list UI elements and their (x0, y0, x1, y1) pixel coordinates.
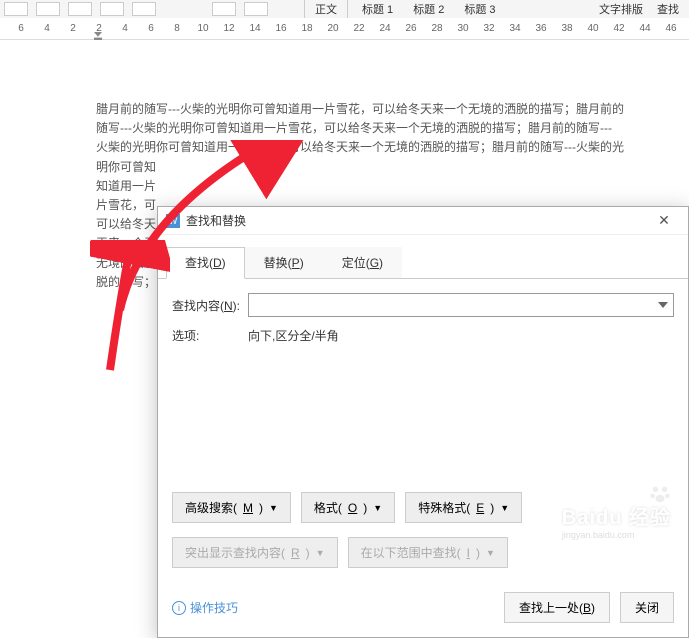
close-button[interactable]: 关闭 (620, 592, 674, 623)
format-button[interactable]: 格式(O)▼ (301, 492, 395, 523)
toolbar-border-icon[interactable] (244, 2, 268, 16)
dialog-title: 查找和替换 (186, 212, 648, 229)
text-layout-menu[interactable]: 文字排版 (593, 1, 649, 17)
ruler-tick: 6 (8, 23, 34, 34)
ruler-tick: 4 (34, 23, 60, 34)
dialog-titlebar[interactable]: W 查找和替换 ✕ (158, 207, 688, 235)
ruler-tick: 18 (294, 23, 320, 34)
dialog-footer-buttons-2: 突出显示查找内容(R)▼ 在以下范围中查找(I)▼ (158, 537, 688, 582)
advanced-search-button[interactable]: 高级搜索(M)▼ (172, 492, 291, 523)
chevron-down-icon: ▼ (373, 503, 382, 513)
doc-line: 知道用一片 (8, 177, 278, 196)
toolbar-list-icon[interactable] (4, 2, 28, 16)
find-menu[interactable]: 查找 (651, 1, 685, 17)
ruler-tick: 38 (554, 23, 580, 34)
ruler-tick: 2 (60, 23, 86, 34)
chevron-down-icon: ▼ (500, 503, 509, 513)
doc-line: 火柴的光明你可曾知道用一片雪花，可以给冬天来一个无境的洒脱的描写；腊月前的随写-… (8, 138, 681, 157)
ruler-tick: 24 (372, 23, 398, 34)
ruler-tick: 14 (242, 23, 268, 34)
watermark-sub: jingyan.baidu.com (562, 530, 671, 540)
chevron-down-icon: ▼ (316, 548, 325, 558)
ruler-tick: 8 (164, 23, 190, 34)
chevron-down-icon: ▼ (269, 503, 278, 513)
find-content-input[interactable] (248, 293, 674, 317)
ruler-tick: 32 (476, 23, 502, 34)
ruler-tick: 10 (190, 23, 216, 34)
special-format-button[interactable]: 特殊格式(E)▼ (405, 492, 522, 523)
ruler-tick: 28 (424, 23, 450, 34)
doc-line: 腊月前的随写---火柴的光明你可曾知道用一片雪花，可以给冬天来一个无境的洒脱的描… (8, 100, 681, 119)
doc-line: 明你可曾知 (8, 158, 278, 177)
input-dropdown-icon[interactable] (654, 295, 672, 315)
ruler-tick: 26 (398, 23, 424, 34)
info-icon: i (172, 601, 186, 615)
ruler-tick: 44 (632, 23, 658, 34)
paw-icon (649, 483, 671, 505)
ruler-tick: 30 (450, 23, 476, 34)
dialog-body: 查找内容(N): 选项: 向下,区分全/半角 (158, 279, 688, 478)
find-content-label: 查找内容(N): (172, 297, 248, 314)
find-replace-dialog: W 查找和替换 ✕ 查找(D) 替换(P) 定位(G) 查找内容(N): 选项:… (157, 206, 689, 638)
options-value: 向下,区分全/半角 (248, 327, 339, 344)
ruler-tick: 22 (346, 23, 372, 34)
toolbar: 正文 标题 1 标题 2 标题 3 文字排版 查找 (0, 0, 689, 18)
watermark: Baidu 经验 jingyan.baidu.com (562, 501, 671, 540)
tab-find[interactable]: 查找(D) (166, 247, 245, 279)
ruler-tick: 6 (138, 23, 164, 34)
app-logo-icon: W (166, 214, 180, 228)
ruler-tick: 36 (528, 23, 554, 34)
indent-marker-icon[interactable] (94, 32, 102, 40)
highlight-button[interactable]: 突出显示查找内容(R)▼ (172, 537, 338, 568)
help-tips-link[interactable]: i 操作技巧 (172, 599, 494, 616)
ruler: 6 4 2 2 4 6 8 10 12 14 16 18 20 22 24 26… (0, 18, 689, 40)
dialog-tabs: 查找(D) 替换(P) 定位(G) (158, 239, 688, 279)
toolbar-bullets-icon[interactable] (132, 2, 156, 16)
ruler-tick: 12 (216, 23, 242, 34)
ruler-tick: 4 (112, 23, 138, 34)
find-prev-button[interactable]: 查找上一处(B) (504, 592, 610, 623)
toolbar-align-icon[interactable] (36, 2, 60, 16)
ruler-tick: 46 (658, 23, 684, 34)
ruler-tick: 34 (502, 23, 528, 34)
ruler-tick: 16 (268, 23, 294, 34)
tab-replace[interactable]: 替换(P) (245, 247, 323, 278)
options-label: 选项: (172, 327, 248, 344)
toolbar-indent-icon[interactable] (68, 2, 92, 16)
ruler-tick: 40 (580, 23, 606, 34)
close-icon[interactable]: ✕ (648, 209, 680, 233)
style-h1[interactable]: 标题 1 (356, 1, 399, 17)
find-in-range-button[interactable]: 在以下范围中查找(I)▼ (348, 537, 508, 568)
watermark-main: Baidu 经验 (562, 501, 671, 530)
tab-goto[interactable]: 定位(G) (323, 247, 402, 278)
ruler-tick: 42 (606, 23, 632, 34)
ruler-tick: 20 (320, 23, 346, 34)
style-h3[interactable]: 标题 3 (458, 1, 501, 17)
doc-line: 随写---火柴的光明你可曾知道用一片雪花，可以给冬天来一个无境的洒脱的描写；腊月… (8, 119, 681, 138)
toolbar-fill-icon[interactable] (212, 2, 236, 16)
dialog-action-bar: i 操作技巧 查找上一处(B) 关闭 (158, 582, 688, 637)
style-h2[interactable]: 标题 2 (407, 1, 450, 17)
style-normal[interactable]: 正文 (304, 0, 348, 19)
chevron-down-icon: ▼ (486, 548, 495, 558)
toolbar-spacing-icon[interactable] (100, 2, 124, 16)
